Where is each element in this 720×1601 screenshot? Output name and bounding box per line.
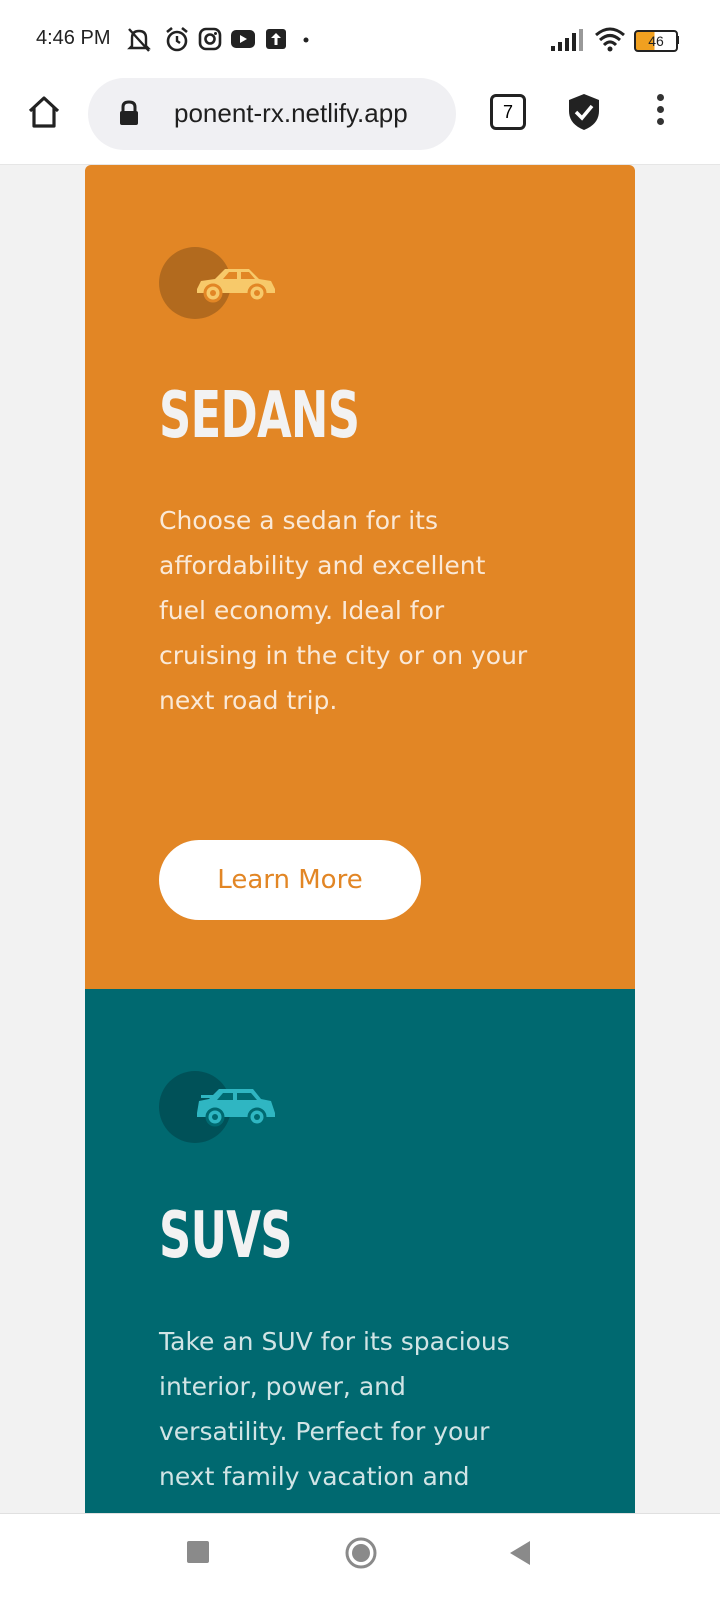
notifications-off-icon: [127, 28, 151, 52]
battery-level: 46: [648, 33, 664, 49]
address-bar[interactable]: ponent-rx.netlify.app: [88, 78, 456, 150]
upload-icon: [266, 29, 286, 49]
alarm-icon: [166, 26, 188, 52]
youtube-icon: [231, 30, 255, 48]
tab-switcher-button[interactable]: 7: [490, 94, 526, 130]
signal-icon: [551, 29, 583, 51]
suv-car-icon: [197, 1089, 275, 1127]
dot-icon: [303, 37, 309, 43]
card-description: Choose a sedan for its affordability and…: [159, 506, 528, 715]
browser-toolbar: ponent-rx.netlify.app 7: [0, 78, 720, 165]
battery-icon: 46: [634, 30, 678, 52]
battery-tip: [676, 36, 679, 44]
url-text: ponent-rx.netlify.app: [174, 98, 408, 128]
sedan-icon-wrap: [159, 247, 279, 323]
suv-icon-wrap: [159, 1071, 279, 1147]
wifi-icon: [595, 27, 625, 52]
system-nav-bar: [0, 1513, 720, 1601]
shield-check-icon[interactable]: [566, 92, 602, 132]
home-circle-icon[interactable]: [344, 1536, 378, 1570]
home-icon[interactable]: [24, 92, 64, 132]
card-title: SEDANS: [159, 379, 360, 453]
sedans-card: SEDANS Choose a sedan for its affordabil…: [85, 165, 635, 989]
sedan-car-icon: [197, 269, 275, 303]
suvs-card: SUVS Take an SUV for its spacious interi…: [85, 989, 635, 1513]
more-vert-icon[interactable]: [654, 94, 666, 130]
lock-icon: [120, 100, 138, 125]
learn-more-button[interactable]: Learn More: [159, 840, 421, 920]
status-time: 4:46 PM: [36, 27, 111, 49]
status-bar: 4:46 PM 46: [0, 0, 720, 80]
back-triangle-icon[interactable]: [508, 1540, 532, 1566]
card-title: SUVS: [159, 1199, 292, 1273]
instagram-icon: [198, 27, 222, 51]
card-description: Take an SUV for its spacious interior, p…: [159, 1327, 510, 1491]
recents-square-icon[interactable]: [186, 1540, 210, 1564]
